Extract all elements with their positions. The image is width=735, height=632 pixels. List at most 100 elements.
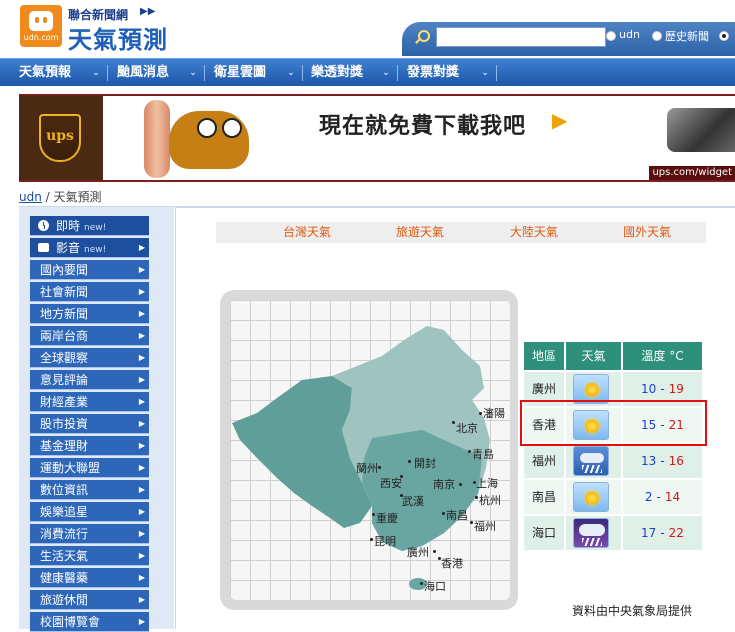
city-xian[interactable]: 西安 [380,475,402,491]
chevron-down-icon[interactable]: ⌄ [376,59,396,86]
sidebar-item-opinion[interactable]: 意見評論 ▶ [30,370,149,390]
city-chongqing[interactable]: 重慶 [376,510,398,526]
city-lanzhou[interactable]: 蘭州 [356,460,378,476]
sidebar-item-finance[interactable]: 財經產業 ▶ [30,392,149,412]
nav-divider [496,65,497,81]
sidebar-item-label: 健康醫藥 [40,571,89,585]
sidebar-item-label: 兩岸台商 [40,329,89,343]
city-hongkong[interactable]: 香港 [441,555,463,571]
row-weather [566,444,621,478]
sunny-icon [573,482,609,512]
search-icon[interactable] [418,30,430,42]
city-marker [420,582,423,585]
chevron-right-icon: ▶ [138,573,145,582]
city-guangzhou[interactable]: 廣州 [407,544,429,560]
temp-dash: - [660,454,665,468]
tab-taiwan-weather[interactable]: 台灣天氣 [283,222,331,243]
chevron-right-icon: ▶ [138,551,145,560]
weather-tabs: 台灣天氣 旅遊天氣 大陸天氣 國外天氣 [216,222,706,243]
chevron-down-icon[interactable]: ⌄ [86,59,106,86]
temp-dash: - [660,382,665,396]
sidebar-item-fashion[interactable]: 消費流行 ▶ [30,524,149,544]
sidebar-item-global[interactable]: 全球觀察 ▶ [30,348,149,368]
city-kaifeng[interactable]: 開封 [414,455,436,471]
logo-face-icon [29,11,53,31]
city-haikou[interactable]: 海口 [424,578,446,594]
udn-logo[interactable]: udn.com [20,5,62,47]
sidebar-item-local[interactable]: 地方新聞 ▶ [30,304,149,324]
sidebar-item-label: 旅遊休閒 [40,593,89,607]
sidebar-item-sports[interactable]: 運動大聯盟 ▶ [30,458,149,478]
sidebar-item-life-weather[interactable]: 生活天氣 ▶ [30,546,149,566]
tab-international-weather[interactable]: 國外天氣 [623,222,671,243]
city-shanghai[interactable]: 上海 [476,475,498,491]
city-marker [452,421,455,424]
sidebar-item-live[interactable]: 即時 new! [30,216,149,236]
mascot-eye [197,118,217,138]
chevron-down-icon[interactable]: ⌄ [183,59,203,86]
tab-travel-weather[interactable]: 旅遊天氣 [396,222,444,243]
temp-high: 22 [668,526,684,540]
nav-divider [107,65,108,81]
chevron-down-icon[interactable]: ⌄ [475,59,495,86]
city-wuhan[interactable]: 武漢 [402,493,424,509]
row-city[interactable]: 南昌 [524,480,564,514]
nav-invoice[interactable]: 發票對獎 [407,59,459,86]
sidebar-item-society[interactable]: 社會新聞 ▶ [30,282,149,302]
city-nanchang[interactable]: 南昌 [446,507,468,523]
content-border [176,207,735,208]
breadcrumb-current: 天氣預測 [53,190,102,204]
row-city[interactable]: 海口 [524,516,564,550]
nav-weather-forecast[interactable]: 天氣預報 [19,59,71,86]
city-beijing[interactable]: 北京 [456,420,478,436]
chevron-right-icon: ▶ [138,507,145,516]
sidebar-item-cross-strait[interactable]: 兩岸台商 ▶ [30,326,149,346]
temp-high: 14 [664,490,681,504]
radio-udn-label: udn [619,28,640,41]
city-shenyang[interactable]: 瀋陽 [483,405,505,421]
sidebar-item-campus[interactable]: 校園博覽會 ▶ [30,612,149,632]
row-weather [566,480,621,514]
chevron-right-icon: ▶ [138,243,145,252]
city-marker [378,466,381,469]
city-qingdao[interactable]: 青島 [472,446,494,462]
breadcrumb-home-link[interactable]: udn [19,190,42,204]
radio-history-news[interactable] [652,31,662,41]
city-marker [468,450,471,453]
sidebar-item-health[interactable]: 健康醫藥 ▶ [30,568,149,588]
source-note: 資料由中央氣象局提供 [572,604,693,618]
sidebar-item-label: 影音 [56,241,81,255]
sidebar-item-label: 意見評論 [40,373,89,387]
ad-banner[interactable]: ups 現在就免費下載我吧 ▶ ups.com/widget [19,94,735,182]
sidebar-item-stocks[interactable]: 股市投資 ▶ [30,414,149,434]
row-weather [566,516,621,550]
row-city[interactable]: 福州 [524,444,564,478]
tab-mainland-weather[interactable]: 大陸天氣 [510,222,558,243]
sidebar-item-domestic[interactable]: 國內要聞 ▶ [30,260,149,280]
banner-url: ups.com/widget [649,166,735,180]
nav-lottery[interactable]: 樂透對獎 [311,59,363,86]
breadcrumb-separator: / [45,190,50,204]
sidebar-item-funds[interactable]: 基金理財 ▶ [30,436,149,456]
chevron-right-icon: ▶ [138,463,145,472]
nav-typhoon[interactable]: 颱風消息 [117,59,169,86]
radio-history-news-label: 歷史新聞 [665,30,709,43]
nav-satellite[interactable]: 衛星雲圖 [214,59,266,86]
radio-selected[interactable] [719,31,729,41]
sidebar-item-entertainment[interactable]: 娛樂追星 ▶ [30,502,149,522]
clock-icon [38,220,49,231]
chevron-down-icon[interactable]: ⌄ [281,59,301,86]
site-title: 天氣預測 [68,26,168,54]
sidebar-item-label: 全球觀察 [40,351,89,365]
sidebar-item-travel[interactable]: 旅遊休閒 ▶ [30,590,149,610]
nav-divider [302,65,303,81]
nav-divider [204,65,205,81]
city-fuzhou[interactable]: 福州 [474,518,496,534]
sidebar-item-video[interactable]: 影音 new! ▶ [30,238,149,258]
city-kunming[interactable]: 昆明 [374,533,396,549]
city-hangzhou[interactable]: 杭州 [479,492,501,508]
search-input[interactable] [436,27,606,47]
sidebar-item-digital[interactable]: 數位資訊 ▶ [30,480,149,500]
city-nanjing[interactable]: 南京 [433,476,455,492]
radio-udn[interactable] [606,31,616,41]
